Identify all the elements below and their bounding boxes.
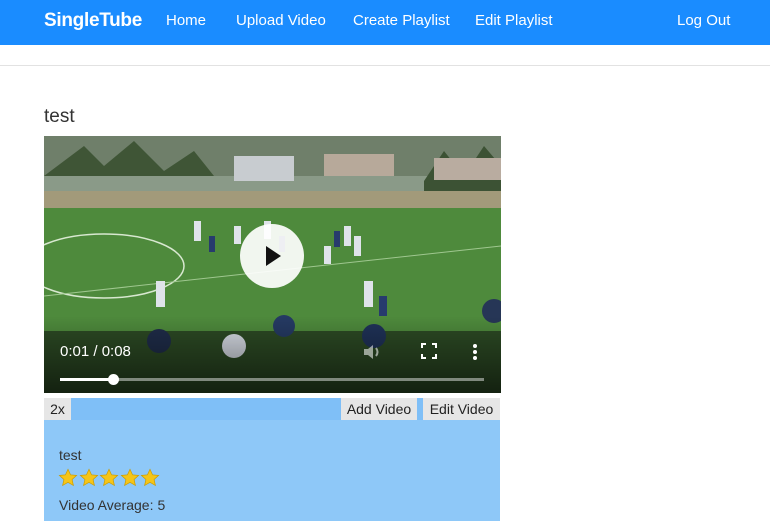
nav-home-link[interactable]: Home (166, 12, 206, 29)
play-button[interactable] (240, 224, 304, 288)
more-options-icon[interactable] (472, 343, 478, 366)
video-toolbar: 2x Add Video Edit Video (44, 398, 500, 420)
seek-handle[interactable] (108, 374, 119, 385)
video-player[interactable]: 0:01 / 0:08 (44, 136, 501, 393)
seek-progress (60, 378, 113, 381)
video-title: test (44, 106, 75, 127)
star-icon[interactable] (99, 468, 119, 493)
star-icon[interactable] (140, 468, 160, 493)
top-navbar: SingleTube Home Upload Video Create Play… (0, 0, 770, 45)
playback-speed-button[interactable]: 2x (44, 398, 71, 420)
volume-icon[interactable] (362, 343, 382, 366)
nav-upload-video-link[interactable]: Upload Video (236, 12, 326, 29)
video-info-panel: test Video Average: 5 (44, 420, 500, 521)
video-average-label: Video Average: (59, 497, 154, 513)
seek-bar[interactable] (60, 374, 484, 385)
nav-create-playlist-link[interactable]: Create Playlist (353, 12, 450, 29)
star-icon[interactable] (120, 468, 140, 493)
video-average: Video Average: 5 (59, 497, 165, 513)
edit-video-button[interactable]: Edit Video (423, 398, 500, 420)
brand-logo[interactable]: SingleTube (44, 10, 142, 32)
play-icon (266, 246, 281, 266)
nav-edit-playlist-link[interactable]: Edit Playlist (475, 12, 553, 29)
logout-link[interactable]: Log Out (677, 12, 730, 29)
fullscreen-icon[interactable] (421, 343, 437, 364)
video-average-value: 5 (157, 497, 166, 513)
star-icon[interactable] (79, 468, 99, 493)
video-info-title: test (59, 447, 82, 463)
star-icon[interactable] (58, 468, 78, 493)
divider (0, 65, 770, 66)
time-display: 0:01 / 0:08 (60, 343, 131, 360)
add-video-button[interactable]: Add Video (341, 398, 417, 420)
